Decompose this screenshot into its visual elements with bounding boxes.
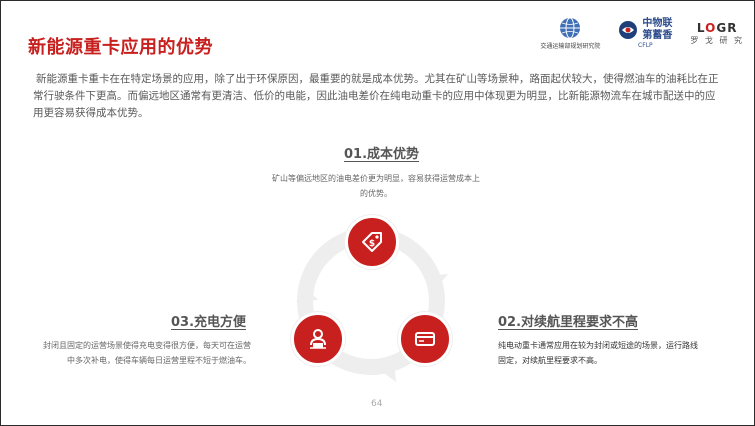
cflp-logo: 中物联 第蓄香 CFLP	[618, 18, 672, 49]
logr-wordmark: LOGR	[696, 20, 738, 35]
page-number: 64	[371, 399, 383, 409]
price-tag-icon: $	[362, 232, 382, 252]
logr-logo: LOGR 罗 戈 研 究	[690, 21, 744, 46]
intro-paragraph: 新能源重卡重卡在在特定场景的应用，除了出于环保原因，最重要的就是成本优势。尤其在…	[33, 73, 719, 119]
logr-subtitle: 罗 戈 研 究	[690, 35, 744, 45]
globe-icon	[560, 17, 581, 38]
cflp-emblem-icon	[619, 20, 638, 39]
cflp-brand: 第蓄香	[642, 29, 673, 41]
cflp-abbr: CFLP	[638, 41, 653, 49]
section-1-title: 01.成本优势	[344, 147, 420, 162]
mot-logo: 交通运输部规划研究院	[540, 17, 600, 50]
cost-node: $	[345, 215, 399, 269]
section-3-body: 封闭且固定的运营场景使得充电变得很方便，每天可在运营中多次补电，使得车辆每日运营…	[43, 341, 251, 365]
charging-node	[291, 312, 345, 366]
range-node	[398, 312, 452, 366]
section-1-body: 矿山等偏远地区的油电差价更为明显，容易获得运营成本上的优势。	[272, 174, 480, 198]
page-title: 新能源重卡应用的优势	[28, 37, 213, 58]
battery-card-icon	[415, 332, 435, 346]
section-2-body: 纯电动重卡通常应用在较为封闭或短途的场景，运行路线固定，对续航里程要求不高。	[498, 341, 698, 365]
svg-text:$: $	[369, 239, 375, 249]
cflp-cn-name: 中物联	[642, 17, 673, 29]
section-3-title: 03.充电方便	[171, 315, 247, 330]
person-laptop-icon	[310, 329, 326, 349]
mot-logo-text: 交通运输部规划研究院	[540, 42, 601, 50]
logo-bar: 交通运输部规划研究院 中物联 第蓄香 CFLP LOGR 罗 戈 研 究	[522, 11, 744, 55]
slide: 新能源重卡应用的优势 交通运输部规划研究院 中物联 第蓄香 CFLP LOGR …	[0, 0, 755, 426]
section-2-title: 02.对续航里程要求不高	[498, 315, 639, 330]
